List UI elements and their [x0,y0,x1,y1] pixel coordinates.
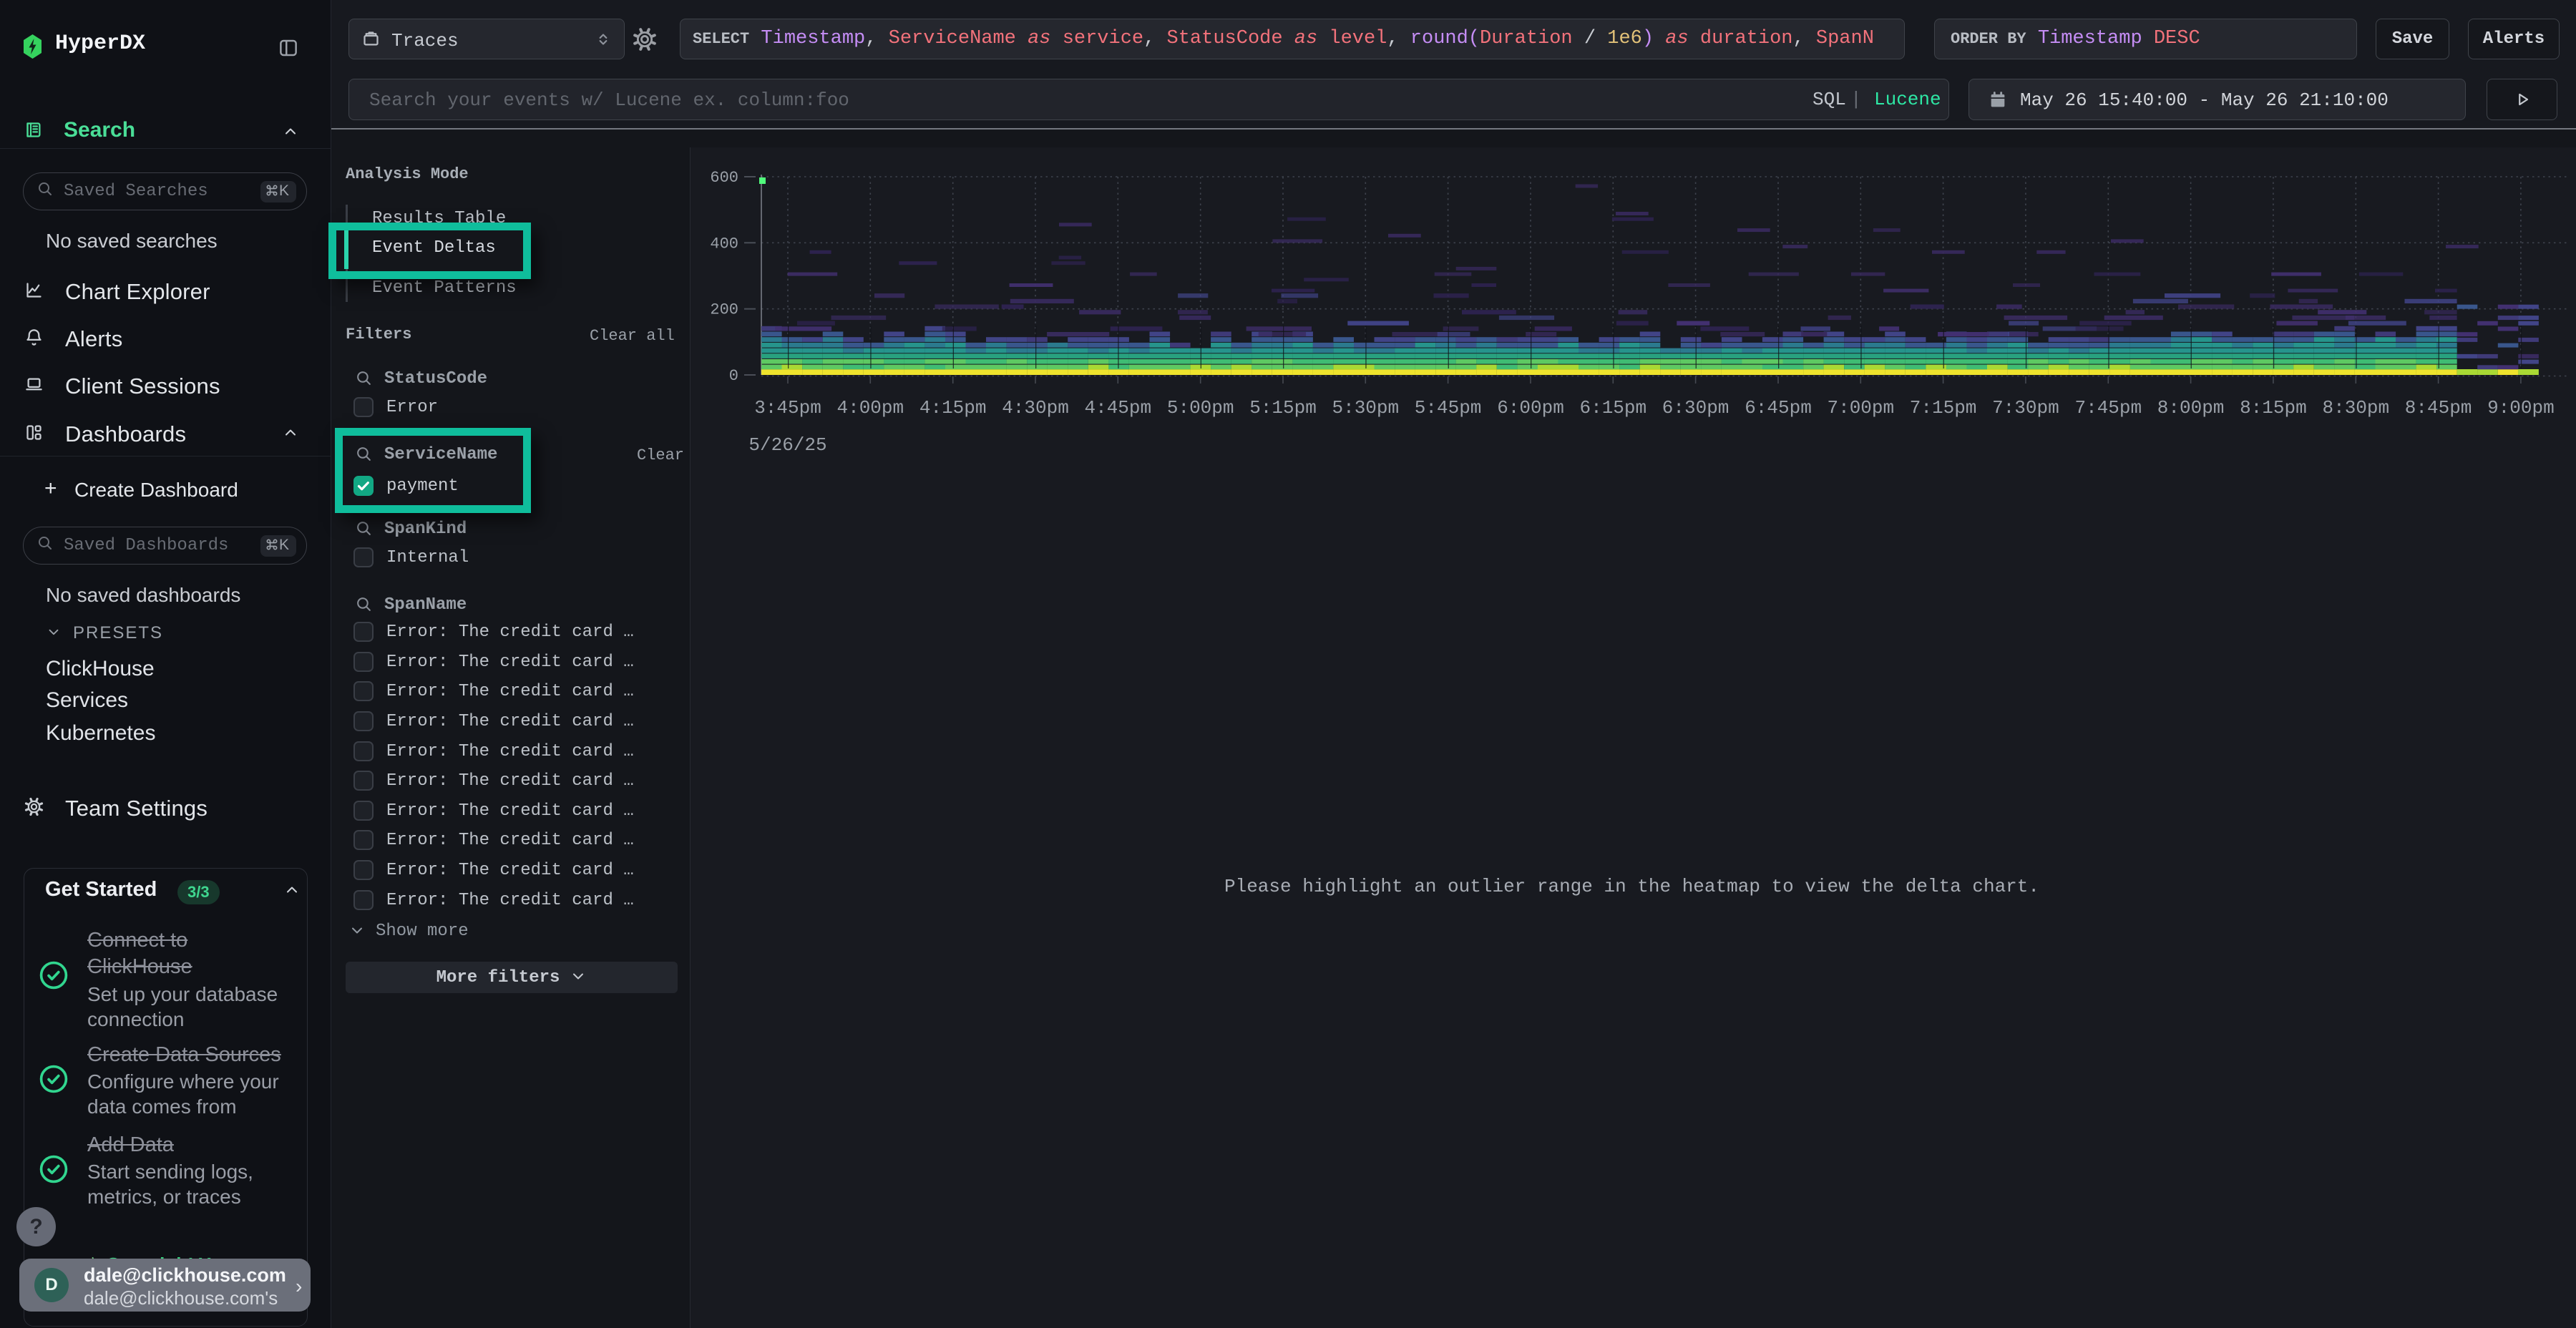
svg-text:6:30pm: 6:30pm [1662,397,1729,419]
svg-text:8:00pm: 8:00pm [2157,397,2225,419]
svg-text:8:30pm: 8:30pm [2322,397,2389,419]
svg-text:9:00pm: 9:00pm [2487,397,2555,419]
svg-text:5/26/25: 5/26/25 [748,434,826,456]
svg-text:7:15pm: 7:15pm [1910,397,1977,419]
svg-text:8:45pm: 8:45pm [2405,397,2472,419]
svg-text:8:15pm: 8:15pm [2240,397,2307,419]
svg-text:4:00pm: 4:00pm [836,397,904,419]
svg-text:600: 600 [710,169,738,187]
svg-text:5:15pm: 5:15pm [1249,397,1317,419]
svg-text:6:45pm: 6:45pm [1745,397,1812,419]
svg-text:5:30pm: 5:30pm [1332,397,1399,419]
svg-text:7:30pm: 7:30pm [1992,397,2059,419]
svg-text:7:45pm: 7:45pm [2074,397,2142,419]
svg-text:7:00pm: 7:00pm [1827,397,1894,419]
svg-text:0: 0 [729,367,738,385]
svg-text:4:45pm: 4:45pm [1084,397,1151,419]
svg-text:5:45pm: 5:45pm [1415,397,1482,419]
svg-text:400: 400 [710,235,738,253]
svg-text:6:15pm: 6:15pm [1579,397,1646,419]
svg-text:5:00pm: 5:00pm [1167,397,1234,419]
svg-text:3:45pm: 3:45pm [754,397,821,419]
svg-text:200: 200 [710,301,738,319]
svg-text:4:30pm: 4:30pm [1002,397,1069,419]
svg-text:6:00pm: 6:00pm [1497,397,1564,419]
svg-text:4:15pm: 4:15pm [919,397,987,419]
